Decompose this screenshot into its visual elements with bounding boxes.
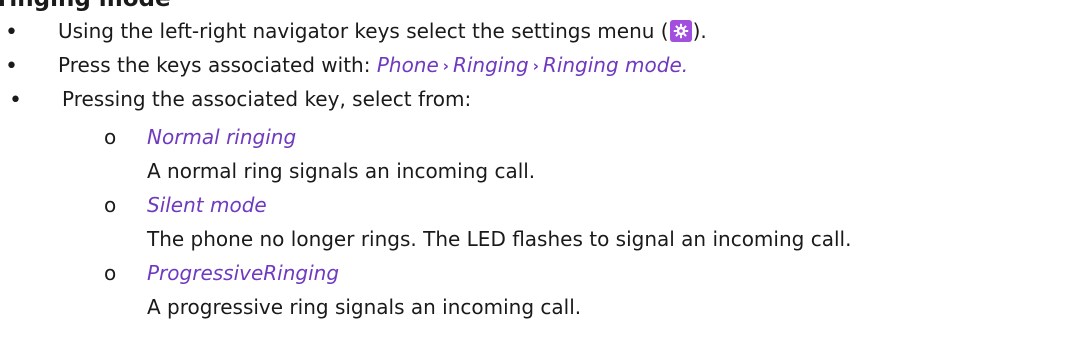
- option-silent-mode-title: Silent mode: [147, 193, 267, 217]
- path-separator: ›: [442, 57, 449, 75]
- option-normal-ringing-description: A normal ring signals an incoming call.: [147, 159, 536, 183]
- menu-path-phone: Phone: [376, 53, 439, 77]
- sub-bullet-marker: o: [104, 193, 117, 217]
- option-progressive-ringing-description: A progressive ring signals an incoming c…: [147, 295, 582, 319]
- bullet-marker: •: [5, 20, 18, 45]
- bullet-marker: •: [9, 88, 22, 113]
- instruction-step-2: Press the keys associated with: Phone › Ri…: [58, 52, 688, 80]
- sub-bullet-marker: o: [104, 125, 117, 149]
- menu-path-ringing-mode: Ringing mode.: [542, 53, 689, 77]
- bullet-marker: •: [5, 54, 18, 79]
- sub-bullet-marker: o: [104, 261, 117, 285]
- section-heading-partial: ringing mode: [0, 0, 171, 12]
- step-1-text-end: ).: [692, 19, 707, 43]
- menu-path-ringing: Ringing: [452, 53, 529, 77]
- option-progressive-ringing-title: ProgressiveRinging: [147, 261, 340, 285]
- path-separator: ›: [532, 57, 539, 75]
- instruction-step-1: Using the left-right navigator keys sele…: [58, 18, 707, 44]
- step-2-text: Press the keys associated with:: [58, 53, 377, 77]
- instruction-step-3: Pressing the associated key, select from…: [62, 87, 472, 111]
- step-1-text: Using the left-right navigator keys sele…: [58, 19, 669, 43]
- settings-gear-icon: [669, 20, 692, 42]
- option-normal-ringing-title: Normal ringing: [147, 125, 297, 149]
- option-silent-mode-description: The phone no longer rings. The LED flash…: [147, 227, 852, 251]
- instruction-document: ringing mode • Using the left-right navi…: [0, 0, 1074, 363]
